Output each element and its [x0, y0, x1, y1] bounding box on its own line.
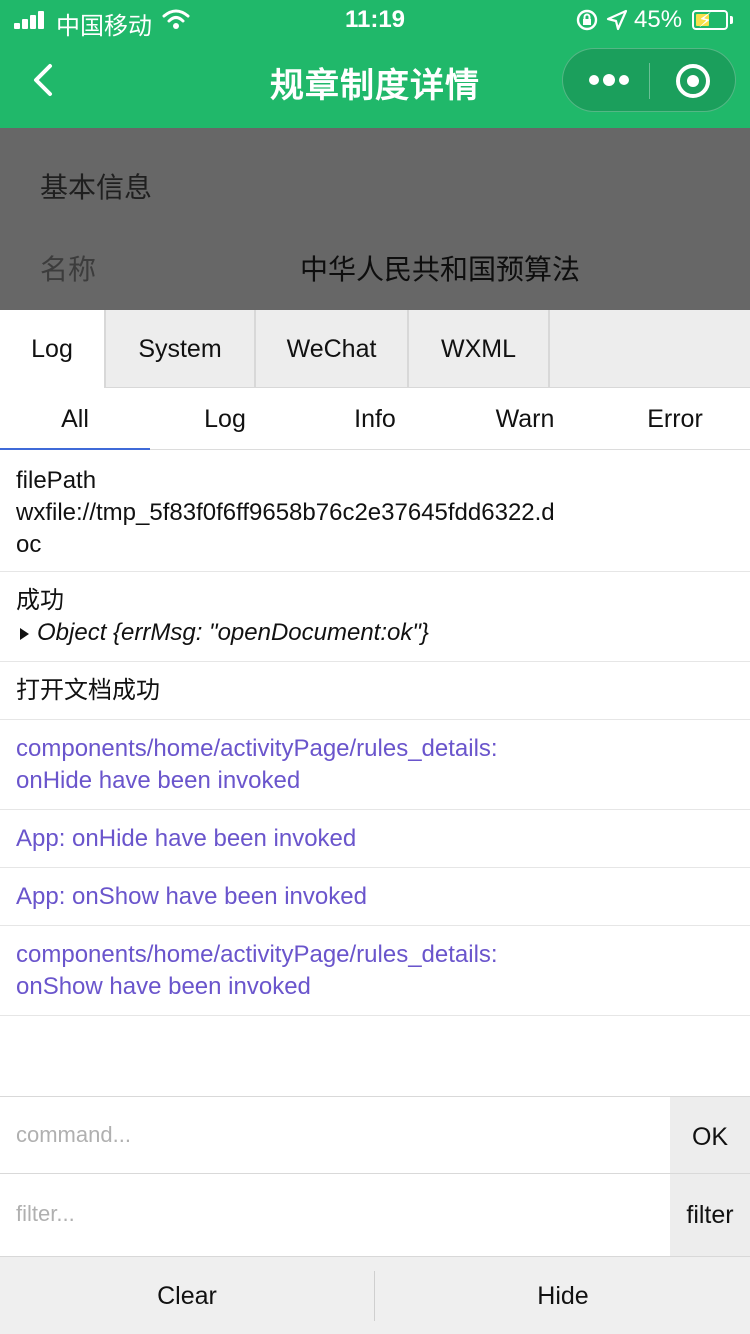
charging-bolt-icon: ⚡	[698, 10, 713, 32]
console-tabs: Log System WeChat WXML	[0, 310, 750, 388]
filter-tab-error[interactable]: Error	[600, 388, 750, 450]
section-title: 基本信息	[40, 172, 153, 203]
log-line: onShow have been invoked	[16, 973, 311, 1000]
tab-system[interactable]: System	[106, 310, 256, 388]
log-line: wxfile://tmp_5f83f0f6ff9658b76c2e37645fd…	[16, 499, 555, 526]
rotation-lock-icon	[576, 9, 598, 31]
log-entry: App: onHide have been invoked	[0, 810, 750, 868]
capsule-divider	[649, 63, 650, 99]
status-bar: 中国移动 11:19 45% ⚡	[0, 0, 750, 40]
log-line: 打开文档成功	[16, 677, 160, 704]
filter-tab-log[interactable]: Log	[150, 388, 300, 450]
log-line: onHide have been invoked	[16, 767, 301, 794]
filter-button[interactable]: filter	[670, 1174, 750, 1256]
log-entry: 打开文档成功	[0, 662, 750, 720]
log-entry: 成功 Object {errMsg: "openDocument:ok"}	[0, 572, 750, 662]
log-line: App: onShow have been invoked	[16, 883, 367, 910]
ok-button[interactable]: OK	[670, 1097, 750, 1173]
log-line: 成功	[16, 587, 64, 614]
clear-button[interactable]: Clear	[0, 1257, 374, 1334]
log-entry: App: onShow have been invoked	[0, 868, 750, 926]
tab-wechat[interactable]: WeChat	[256, 310, 409, 388]
filter-tab-warn[interactable]: Warn	[450, 388, 600, 450]
log-object[interactable]: Object {errMsg: "openDocument:ok"}	[16, 617, 750, 649]
field-label-name: 名称	[40, 254, 97, 285]
log-line: components/home/activityPage/rules_detai…	[16, 941, 498, 968]
command-input[interactable]	[0, 1097, 670, 1173]
console-footer: Clear Hide	[0, 1256, 750, 1334]
battery-cap	[730, 16, 733, 24]
location-icon	[606, 9, 628, 31]
tab-wxml[interactable]: WXML	[409, 310, 550, 388]
log-entry: components/home/activityPage/rules_detai…	[0, 720, 750, 810]
filter-tab-info[interactable]: Info	[300, 388, 450, 450]
log-line: components/home/activityPage/rules_detai…	[16, 735, 498, 762]
log-line: App: onHide have been invoked	[16, 825, 357, 852]
filter-row: filter	[0, 1173, 750, 1256]
log-line: filePath	[16, 467, 97, 494]
filter-tab-all[interactable]: All	[0, 388, 150, 450]
tab-log[interactable]: Log	[0, 310, 106, 388]
menu-capsule	[562, 48, 736, 112]
hide-button[interactable]: Hide	[376, 1257, 750, 1334]
expand-triangle-icon[interactable]	[20, 627, 29, 640]
battery-percent: 45%	[634, 6, 683, 33]
top-bar: 中国移动 11:19 45% ⚡ 规章制度详情	[0, 0, 750, 128]
more-dots-icon[interactable]	[563, 49, 649, 113]
footer-divider	[374, 1271, 375, 1321]
command-row: OK	[0, 1096, 750, 1173]
log-list: filePath wxfile://tmp_5f83f0f6ff9658b76c…	[0, 451, 750, 1096]
field-value-name: 中华人民共和国预算法	[300, 254, 581, 285]
log-filter-tabs: All Log Info Warn Error	[0, 388, 750, 450]
target-close-icon[interactable]	[651, 49, 737, 113]
log-object-text: Object {errMsg: "openDocument:ok"}	[37, 619, 429, 646]
log-entry: components/home/activityPage/rules_detai…	[0, 926, 750, 1016]
page-content: 基本信息 名称 中华人民共和国预算法	[0, 128, 750, 310]
log-entry: filePath wxfile://tmp_5f83f0f6ff9658b76c…	[0, 451, 750, 572]
filter-input[interactable]	[0, 1174, 670, 1254]
log-line: oc	[16, 531, 42, 558]
